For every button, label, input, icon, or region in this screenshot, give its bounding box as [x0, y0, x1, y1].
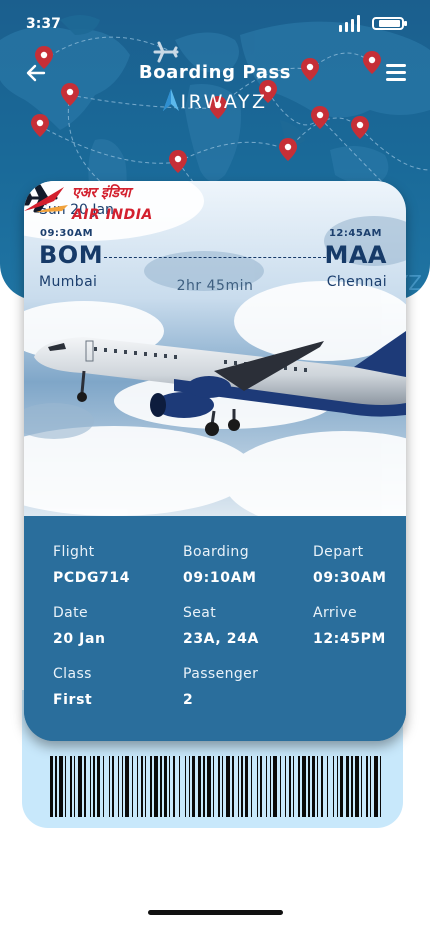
page-title: Boarding Pass — [138, 62, 292, 83]
svg-text:एअर इंडिया: एअर इंडिया — [72, 184, 134, 201]
detail-value: 2 — [183, 692, 194, 708]
menu-icon[interactable] — [386, 64, 406, 81]
detail-seat: Seat 23A, 24A — [183, 605, 259, 647]
status-bar: 3:37 — [26, 14, 407, 36]
air-india-logo: एअर इंडिया AIR INDIA — [24, 184, 153, 223]
arrival-time: 12:45AM — [328, 228, 382, 239]
detail-label: Depart — [313, 544, 364, 560]
detail-value: PCDG714 — [53, 570, 131, 586]
status-icons — [339, 14, 407, 32]
detail-label: Arrive — [313, 605, 358, 621]
detail-value: 09:10AM — [183, 570, 257, 586]
signal-icon — [339, 14, 360, 32]
flight-details: Flight PCDG714 Boarding 09:10AM Depart 0… — [24, 516, 406, 741]
detail-date: Date 20 Jan — [53, 605, 106, 647]
route-line — [104, 257, 326, 258]
airplane-photo: Sun 20 Jan 09:30AM 12:45AM BOM MAA Mumba… — [24, 181, 406, 516]
status-time: 3:37 — [26, 16, 61, 32]
detail-value: 23A, 24A — [183, 631, 259, 647]
detail-arrive: Arrive 12:45PM — [313, 605, 386, 647]
detail-passenger: Passenger 2 — [183, 666, 258, 708]
departure-code: BOM — [39, 241, 104, 269]
brand-name: IRWAYZ — [180, 91, 268, 113]
home-indicator[interactable] — [148, 910, 283, 915]
detail-label: Flight — [53, 544, 95, 560]
svg-text:AIR INDIA: AIR INDIA — [71, 207, 153, 223]
flight-duration: 2hr 45min — [176, 278, 254, 294]
detail-value: 09:30AM — [313, 570, 387, 586]
detail-depart: Depart 09:30AM — [313, 544, 387, 586]
brand-logo-icon — [162, 89, 179, 111]
detail-flight: Flight PCDG714 — [53, 544, 130, 586]
detail-boarding: Boarding 09:10AM — [183, 544, 257, 586]
detail-label: Class — [53, 666, 92, 682]
brand-wordmark: IRWAYZ — [0, 89, 430, 113]
detail-label: Passenger — [183, 666, 259, 682]
departure-time: 09:30AM — [40, 228, 94, 239]
battery-icon — [372, 16, 407, 30]
detail-value: 20 Jan — [53, 631, 106, 647]
detail-label: Boarding — [183, 544, 249, 560]
detail-label: Seat — [183, 605, 217, 621]
detail-value: First — [53, 692, 93, 708]
arrival-code: MAA — [324, 241, 387, 269]
detail-label: Date — [53, 605, 89, 621]
detail-value: 12:45PM — [313, 631, 386, 647]
barcode — [50, 756, 381, 817]
detail-class: Class First — [53, 666, 92, 708]
boarding-pass-card: Sun 20 Jan 09:30AM 12:45AM BOM MAA Mumba… — [24, 181, 406, 741]
